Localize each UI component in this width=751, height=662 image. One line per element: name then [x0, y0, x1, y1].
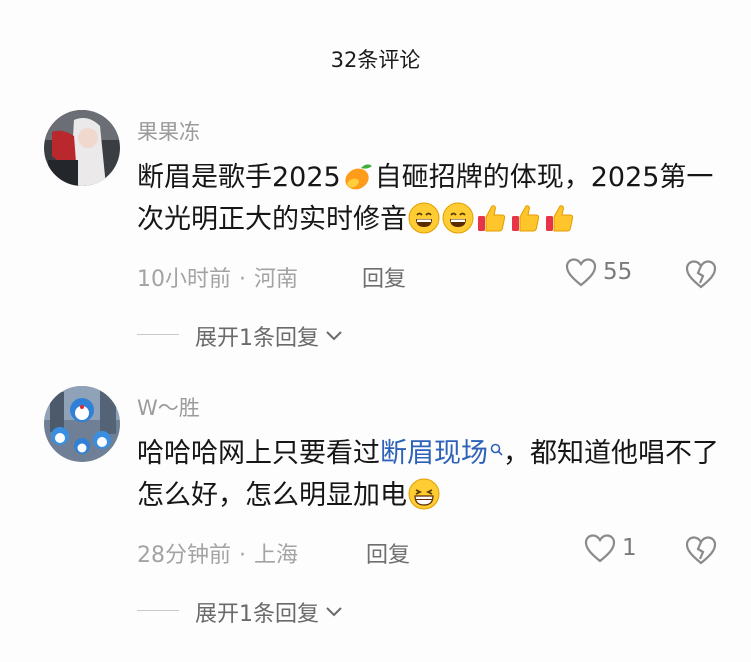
chevron-down-icon	[326, 331, 342, 341]
broken-heart-icon	[685, 536, 717, 565]
thumbs-up-icon	[544, 202, 576, 234]
avatar[interactable]	[44, 386, 120, 462]
broken-heart-icon	[685, 260, 717, 289]
like-button[interactable]: 55	[565, 257, 632, 287]
expand-replies-button[interactable]: 展开1条回复	[195, 320, 343, 352]
thumbs-up-icon	[476, 202, 508, 234]
comment-location: 上海	[254, 543, 299, 568]
laughing-icon	[408, 478, 440, 510]
comment-meta: 10小时前 · 河南	[137, 261, 298, 293]
thumbs-up-icon	[510, 202, 542, 234]
grin-icon	[408, 202, 440, 234]
expand-divider	[137, 334, 179, 335]
expand-replies-label: 展开1条回复	[195, 326, 319, 351]
reply-button[interactable]: 回复	[366, 537, 410, 569]
username[interactable]: 果果冻	[137, 116, 200, 146]
meta-separator: ·	[239, 267, 246, 292]
comment-time: 10小时前	[137, 267, 231, 292]
comment-text-part: 断眉是歌手2025	[137, 162, 341, 193]
comment-text: 断眉是歌手2025 自砸招牌的体现，2025第一次光明正大的实时修音	[137, 157, 727, 241]
comment-location: 河南	[254, 267, 299, 292]
like-count: 1	[622, 535, 637, 561]
expand-replies-button[interactable]: 展开1条回复	[195, 596, 343, 628]
expand-replies-label: 展开1条回复	[195, 602, 319, 627]
avatar[interactable]	[44, 110, 120, 186]
comment-time: 28分钟前	[137, 543, 231, 568]
grin-icon	[442, 202, 474, 234]
mango-icon	[342, 160, 374, 192]
comment-text-part: 哈哈哈网上只要看过	[137, 438, 380, 469]
search-link-label: 断眉现场	[380, 438, 488, 469]
dislike-button[interactable]	[685, 535, 717, 569]
search-suggestion-link[interactable]: 断眉现场	[380, 438, 503, 469]
heart-icon	[565, 258, 597, 287]
comment-text: 哈哈哈网上只要看过断眉现场 ，都知道他唱不了怎么好，怎么明显加电	[137, 433, 727, 517]
chevron-down-icon	[326, 607, 342, 617]
like-count: 55	[603, 259, 633, 285]
expand-divider	[137, 610, 179, 611]
reply-button[interactable]: 回复	[362, 261, 406, 293]
heart-icon	[584, 534, 616, 563]
comment-meta: 28分钟前 · 上海	[137, 537, 298, 569]
search-icon	[490, 443, 503, 456]
username[interactable]: W～胜	[137, 392, 200, 422]
meta-separator: ·	[239, 543, 246, 568]
like-button[interactable]: 1	[584, 533, 637, 563]
comments-count-title: 32条评论	[330, 48, 421, 72]
dislike-button[interactable]	[685, 259, 717, 293]
